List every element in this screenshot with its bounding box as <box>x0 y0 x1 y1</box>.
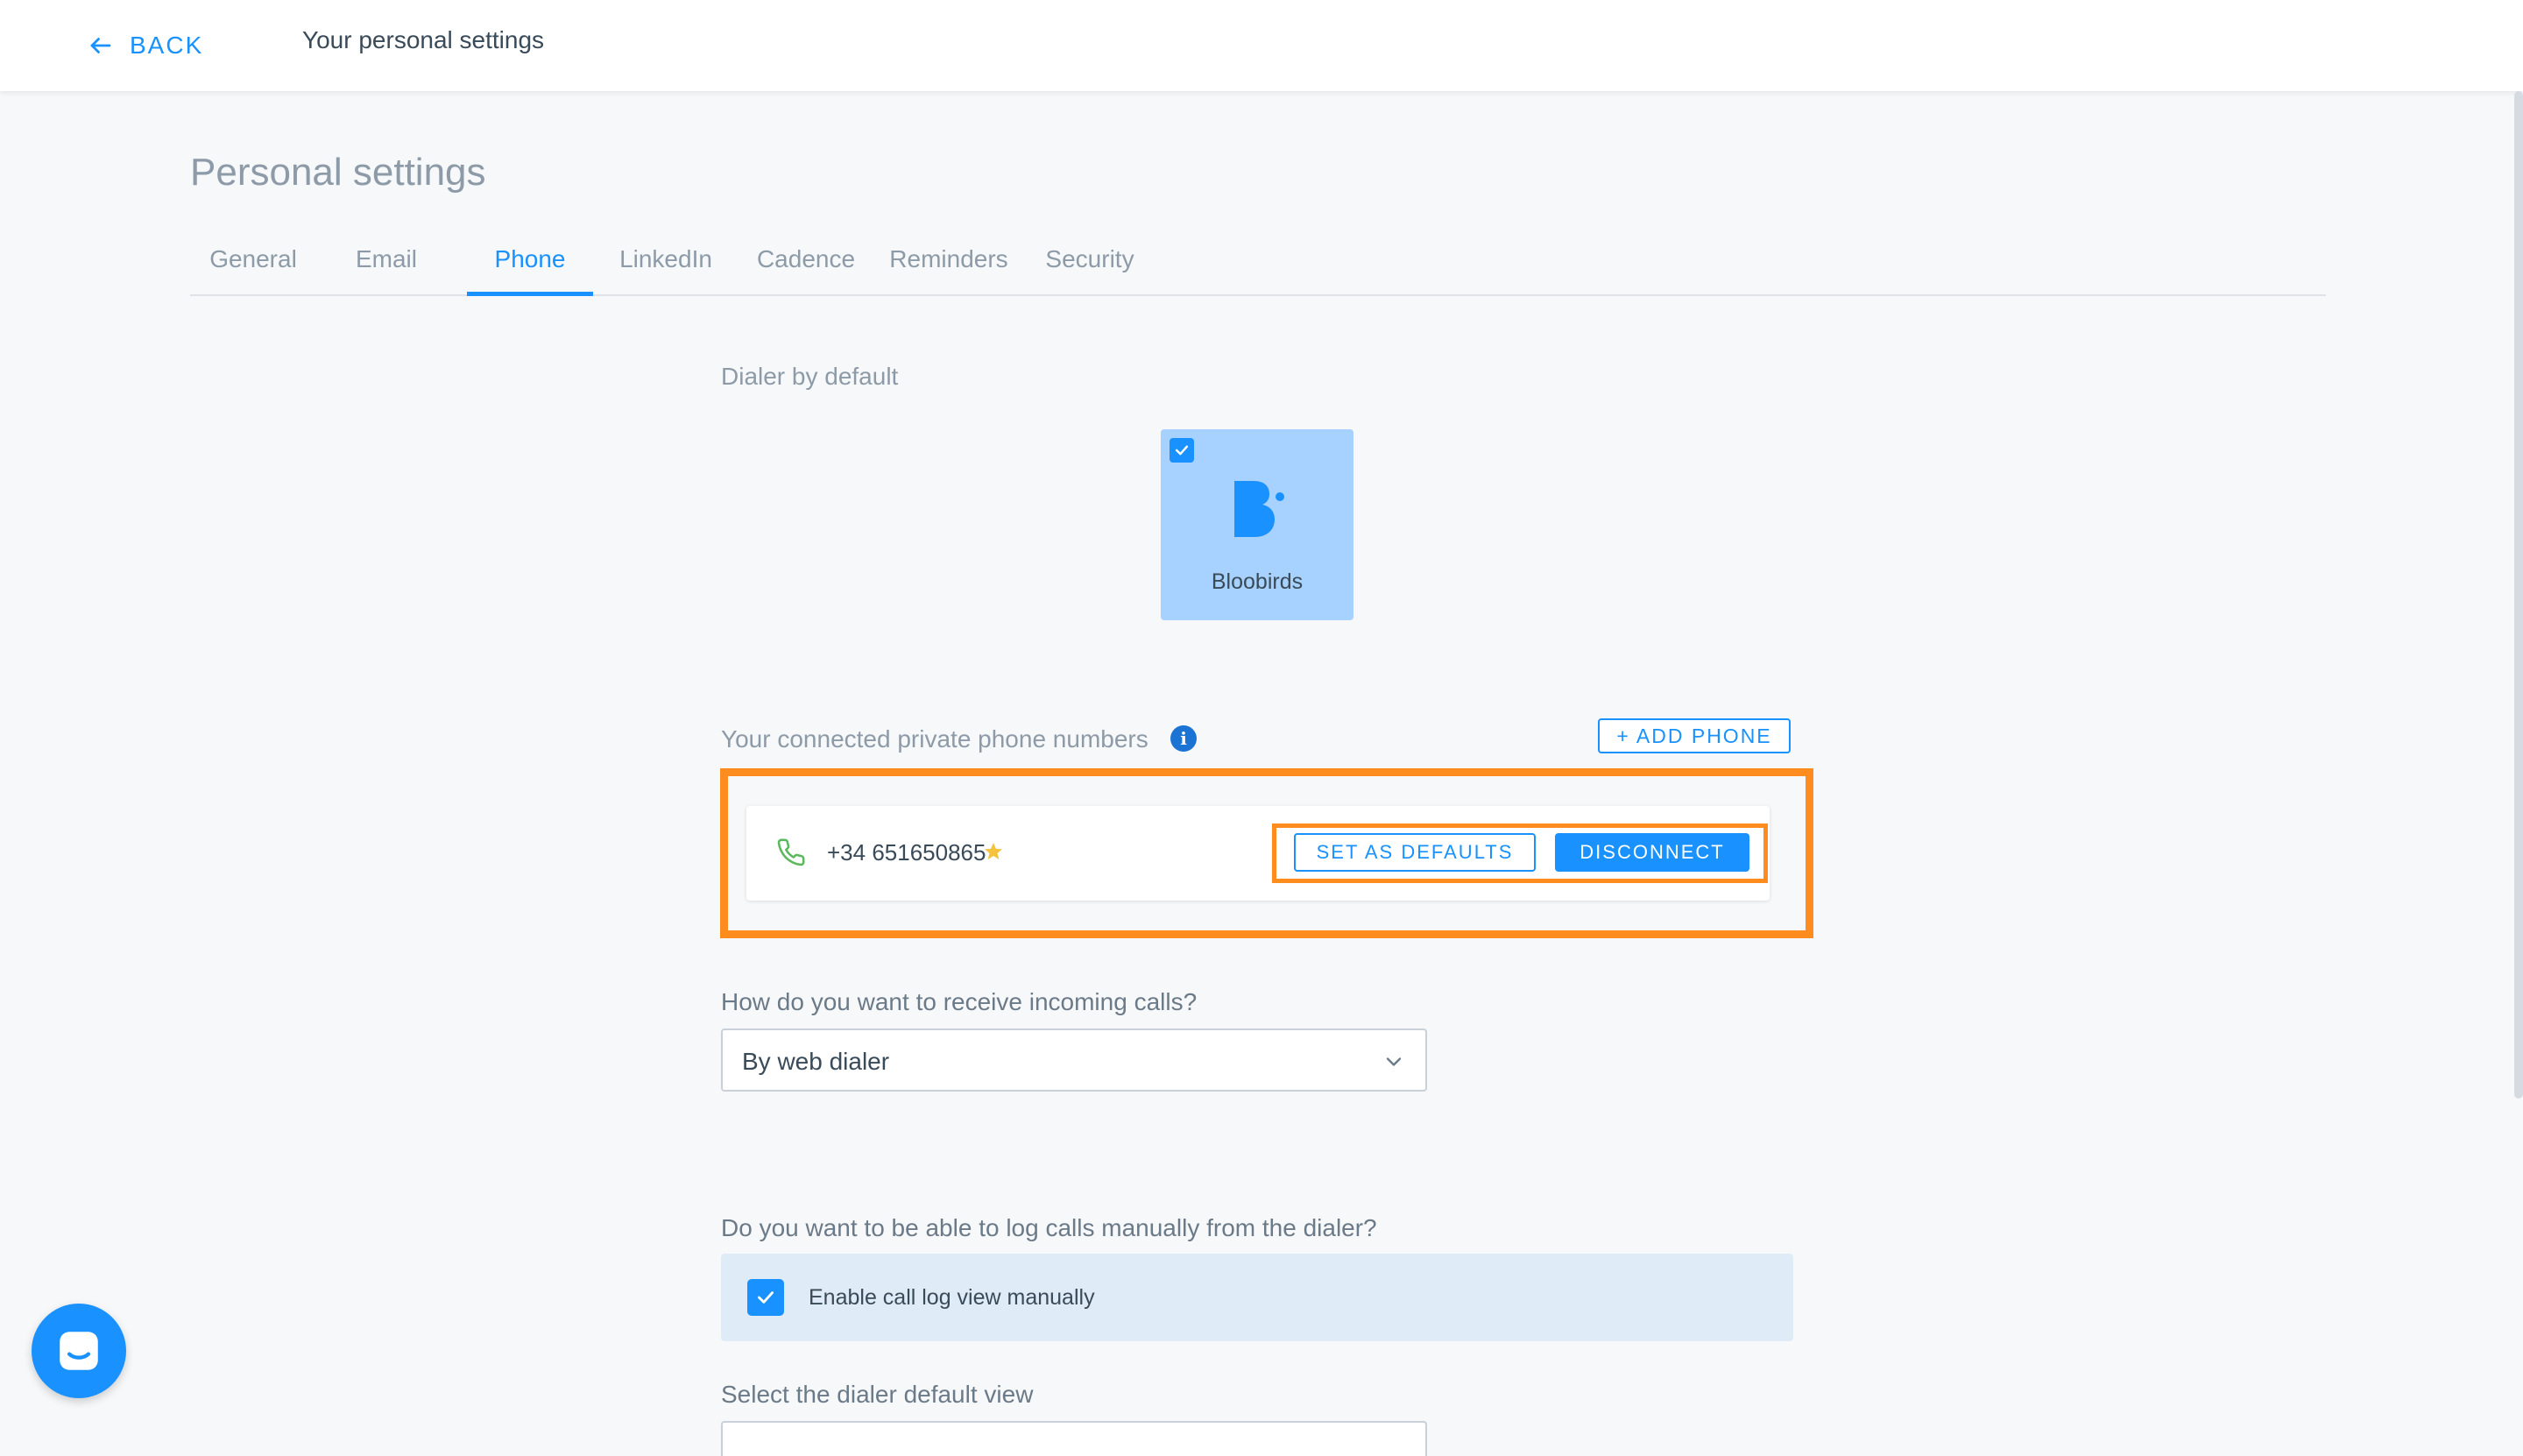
check-icon <box>758 1291 774 1304</box>
back-button[interactable]: BACK <box>88 25 203 67</box>
scrollbar[interactable] <box>2514 91 2523 1099</box>
phone-icon <box>777 838 805 866</box>
tab-general[interactable]: General <box>190 245 316 294</box>
default-view-select[interactable] <box>721 1421 1427 1456</box>
default-view-label: Select the dialer default view <box>721 1381 1034 1408</box>
arrow-left-icon <box>90 38 111 53</box>
tab-phone[interactable]: Phone <box>467 245 593 296</box>
header-title: Your personal settings <box>302 26 545 53</box>
dialer-section-label: Dialer by default <box>721 363 899 390</box>
phones-section-label: Your connected private phone numbers <box>721 725 1148 753</box>
call-log-option[interactable]: Enable call log view manually <box>721 1254 1793 1341</box>
set-as-defaults-button[interactable]: SET AS DEFAULTS <box>1294 833 1536 872</box>
incoming-calls-label: How do you want to receive incoming call… <box>721 988 1198 1015</box>
chevron-down-icon <box>1386 1057 1402 1066</box>
tab-email[interactable]: Email <box>325 245 448 294</box>
dialer-option-bloobirds[interactable]: Bloobirds <box>1161 429 1353 620</box>
incoming-calls-value: By web dialer <box>742 1048 890 1075</box>
tab-security[interactable]: Security <box>1031 245 1148 294</box>
call-log-label: Do you want to be able to log calls manu… <box>721 1214 1377 1241</box>
call-log-checkbox[interactable] <box>747 1279 784 1316</box>
page-title: Personal settings <box>190 151 486 194</box>
call-log-option-label: Enable call log view manually <box>809 1285 1095 1310</box>
tab-linkedin[interactable]: LinkedIn <box>602 245 730 294</box>
tab-cadence[interactable]: Cadence <box>740 245 872 294</box>
check-icon <box>1175 445 1189 456</box>
tab-reminders[interactable]: Reminders <box>879 245 1019 294</box>
star-icon <box>985 843 1002 859</box>
bloobirds-logo-icon <box>1234 481 1284 537</box>
top-bar: BACK Your personal settings <box>0 0 2523 91</box>
add-phone-button[interactable]: + ADD PHONE <box>1598 718 1791 753</box>
chat-launcher-button[interactable] <box>32 1304 126 1398</box>
incoming-calls-select[interactable]: By web dialer <box>721 1028 1427 1092</box>
info-icon[interactable]: i <box>1170 725 1197 752</box>
tab-bar: General Email Phone LinkedIn Cadence Rem… <box>190 237 2326 296</box>
back-label: BACK <box>130 32 204 59</box>
dialer-checkbox[interactable] <box>1170 438 1194 463</box>
phone-number: +34 651650865 <box>827 839 986 866</box>
chat-icon <box>60 1332 98 1370</box>
dialer-option-name: Bloobirds <box>1211 569 1304 594</box>
disconnect-button[interactable]: DISCONNECT <box>1555 833 1749 872</box>
